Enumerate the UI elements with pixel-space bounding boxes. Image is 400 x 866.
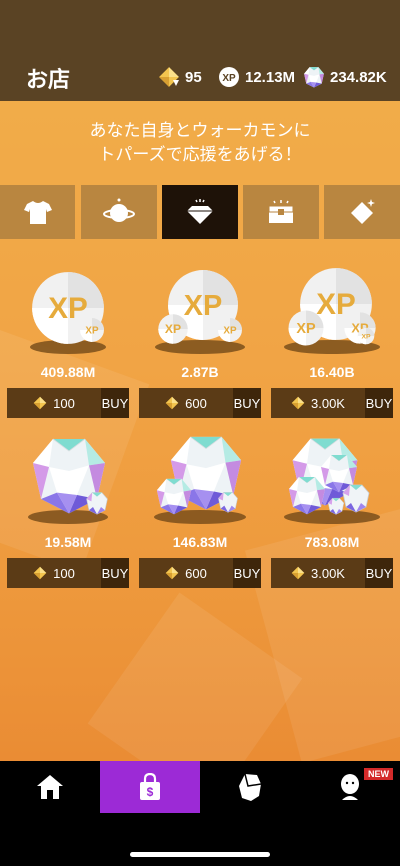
item-cost: 100	[7, 566, 101, 581]
item-cost: 3.00K	[271, 396, 365, 411]
shop-item-gems-medium[interactable]: 146.83M 600 BUY	[139, 431, 261, 601]
tab-gems[interactable]	[162, 185, 238, 239]
topaz-icon	[158, 66, 179, 88]
buy-button[interactable]: 100 BUY	[7, 558, 129, 588]
gem-icon	[303, 66, 325, 88]
svg-text:XP: XP	[222, 73, 236, 84]
xp-balance-value: 12.13M	[245, 68, 296, 86]
item-cost-value: 3.00K	[311, 565, 345, 581]
home-indicator	[130, 852, 270, 857]
item-amount: 409.88M	[40, 364, 96, 380]
buy-button[interactable]: 3.00K BUY	[271, 558, 393, 588]
item-cost-value: 600	[185, 395, 207, 411]
item-cost: 600	[139, 566, 233, 581]
xp-icon: XP	[219, 67, 239, 87]
buy-label[interactable]: BUY	[365, 388, 393, 418]
gems-icon	[154, 436, 246, 524]
topaz-icon	[165, 566, 179, 580]
item-cost: 600	[139, 396, 233, 411]
item-amount: 16.40B	[309, 364, 355, 380]
shop-header: お店 95 XP 12.13M 234.82K	[0, 0, 400, 101]
buy-label[interactable]: BUY	[101, 388, 129, 418]
item-cost: 100	[7, 396, 101, 411]
item-cost: 3.00K	[271, 566, 365, 581]
nav-shop[interactable]: $	[100, 761, 200, 813]
shop-banner: あなた自身とウォーカモンに トパーズで応援をあげる！	[0, 119, 400, 167]
gem-icon	[187, 199, 213, 224]
xp-balance: XP 12.13M	[218, 66, 295, 88]
topaz-icon	[351, 199, 375, 224]
shop-item-gems-large[interactable]: 783.08M 3.00K BUY	[271, 431, 393, 601]
topaz-icon	[33, 396, 47, 410]
gem-pile-icon	[284, 438, 380, 524]
topaz-icon	[33, 566, 47, 580]
shop-main: あなた自身とウォーカモンに トパーズで応援をあげる！ 409.88M 100 B…	[0, 101, 400, 761]
item-amount: 146.83M	[172, 534, 228, 550]
shop-item-gems-small[interactable]: 19.58M 100 BUY	[7, 431, 129, 601]
item-cost-value: 600	[185, 565, 207, 581]
item-cost-value: 100	[53, 395, 75, 411]
topaz-icon	[165, 396, 179, 410]
svg-text:$: $	[147, 785, 154, 799]
avatar-icon	[341, 774, 359, 800]
item-amount: 783.08M	[304, 534, 360, 550]
topaz-balance-value: 95	[185, 68, 202, 86]
gem-icon	[28, 438, 108, 524]
shopping-bag-icon: $	[140, 773, 160, 800]
item-cost-value: 100	[53, 565, 75, 581]
tab-backgrounds[interactable]	[81, 185, 157, 239]
treasure-chest-icon	[268, 200, 294, 223]
gem-balance: 234.82K	[303, 66, 387, 88]
buy-button[interactable]: 600 BUY	[139, 388, 261, 418]
buy-button[interactable]: 100 BUY	[7, 388, 129, 418]
xp-coins-icon	[155, 270, 245, 354]
buy-label[interactable]: BUY	[365, 558, 393, 588]
bottom-navigation: $ NEW	[0, 761, 400, 866]
new-badge: NEW	[364, 768, 393, 780]
topaz-icon	[291, 396, 305, 410]
tab-clothing[interactable]	[0, 185, 75, 239]
category-tabs	[0, 185, 400, 239]
buy-label[interactable]: BUY	[233, 558, 261, 588]
buy-label[interactable]: BUY	[101, 558, 129, 588]
xp-coin-pile-icon	[284, 268, 380, 354]
item-cost-value: 3.00K	[311, 395, 345, 411]
item-amount: 19.58M	[44, 534, 92, 550]
tab-treasure[interactable]	[243, 185, 319, 239]
buy-button[interactable]: 3.00K BUY	[271, 388, 393, 418]
xp-coin-icon	[30, 272, 106, 354]
item-amount: 2.87B	[181, 364, 219, 380]
gem-balance-value: 234.82K	[330, 68, 387, 86]
topaz-balance: 95	[158, 66, 202, 88]
banner-line-2: トパーズで応援をあげる！	[98, 145, 302, 165]
banner-line-1: あなた自身とウォーカモンに	[89, 121, 311, 141]
nav-walkamon[interactable]	[200, 761, 300, 813]
shop-item-xp-small[interactable]: 409.88M 100 BUY	[7, 261, 129, 431]
buy-label[interactable]: BUY	[233, 388, 261, 418]
topaz-icon	[291, 566, 305, 580]
tab-topaz[interactable]	[324, 185, 400, 239]
shop-item-xp-medium[interactable]: 2.87B 600 BUY	[139, 261, 261, 431]
home-icon	[37, 775, 63, 799]
planet-icon	[103, 198, 135, 222]
page-title: お店	[26, 68, 71, 93]
nav-home[interactable]	[0, 761, 100, 813]
tshirt-icon	[23, 201, 52, 224]
walkamon-icon	[239, 773, 262, 801]
buy-button[interactable]: 600 BUY	[139, 558, 261, 588]
shop-item-xp-large[interactable]: 16.40B 3.00K BUY	[271, 261, 393, 431]
